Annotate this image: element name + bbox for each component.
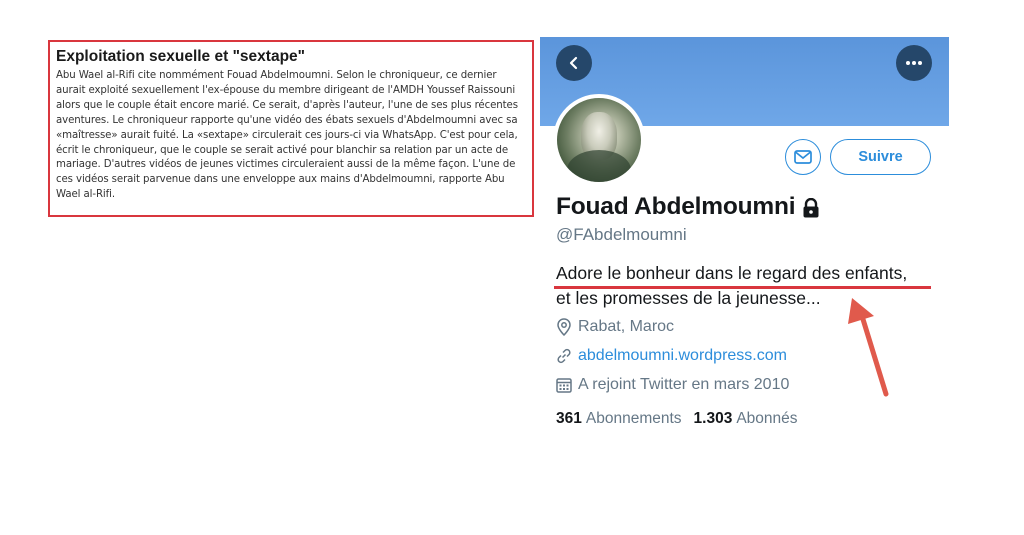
red-arrow-annotation <box>848 298 889 397</box>
profile-handle: @FAbdelmoumni <box>556 225 687 244</box>
message-button[interactable] <box>785 139 821 175</box>
profile-name-row: Fouad Abdelmoumni <box>556 193 820 221</box>
avatar[interactable] <box>553 94 645 186</box>
article-excerpt-box: Exploitation sexuelle et "sextape" Abu W… <box>48 40 534 217</box>
location-text: Rabat, Maroc <box>578 318 675 335</box>
article-body: Abu Wael al-Rifi cite nommément Fouad Ab… <box>56 70 518 201</box>
bio-line-1: Adore le bonheur dans le regard des enfa… <box>556 263 908 283</box>
following-count: 361 <box>556 410 582 427</box>
profile-stats: 361 Abonnements 1.303 Abonnés <box>556 410 798 428</box>
calendar-icon <box>556 378 572 393</box>
more-button[interactable] <box>896 45 932 81</box>
followers-count: 1.303 <box>693 410 733 427</box>
following-label: Abonnements <box>585 410 682 427</box>
profile-name: Fouad Abdelmoumni <box>556 193 796 220</box>
followers-label: Abonnés <box>736 410 798 427</box>
website-link[interactable]: abdelmoumni.wordpress.com <box>578 347 787 365</box>
profile-joined: A rejoint Twitter en mars 2010 <box>556 376 789 394</box>
back-button[interactable] <box>556 45 592 81</box>
joined-text: A rejoint Twitter en mars 2010 <box>578 376 790 393</box>
link-icon <box>557 348 571 364</box>
envelope-icon <box>794 150 812 164</box>
red-underline-highlight <box>554 286 931 289</box>
profile-website[interactable]: abdelmoumni.wordpress.com <box>556 347 787 365</box>
following-stat[interactable]: 361 Abonnements <box>556 410 682 428</box>
chevron-left-icon <box>569 56 578 70</box>
lock-icon <box>803 198 819 218</box>
followers-stat[interactable]: 1.303 Abonnés <box>694 410 798 428</box>
profile-location: Rabat, Maroc <box>556 318 674 336</box>
article-title: Exploitation sexuelle et "sextape" <box>56 48 306 65</box>
more-horizontal-icon <box>906 61 922 65</box>
follow-button[interactable]: Suivre <box>830 139 931 175</box>
location-pin-icon <box>557 318 571 336</box>
